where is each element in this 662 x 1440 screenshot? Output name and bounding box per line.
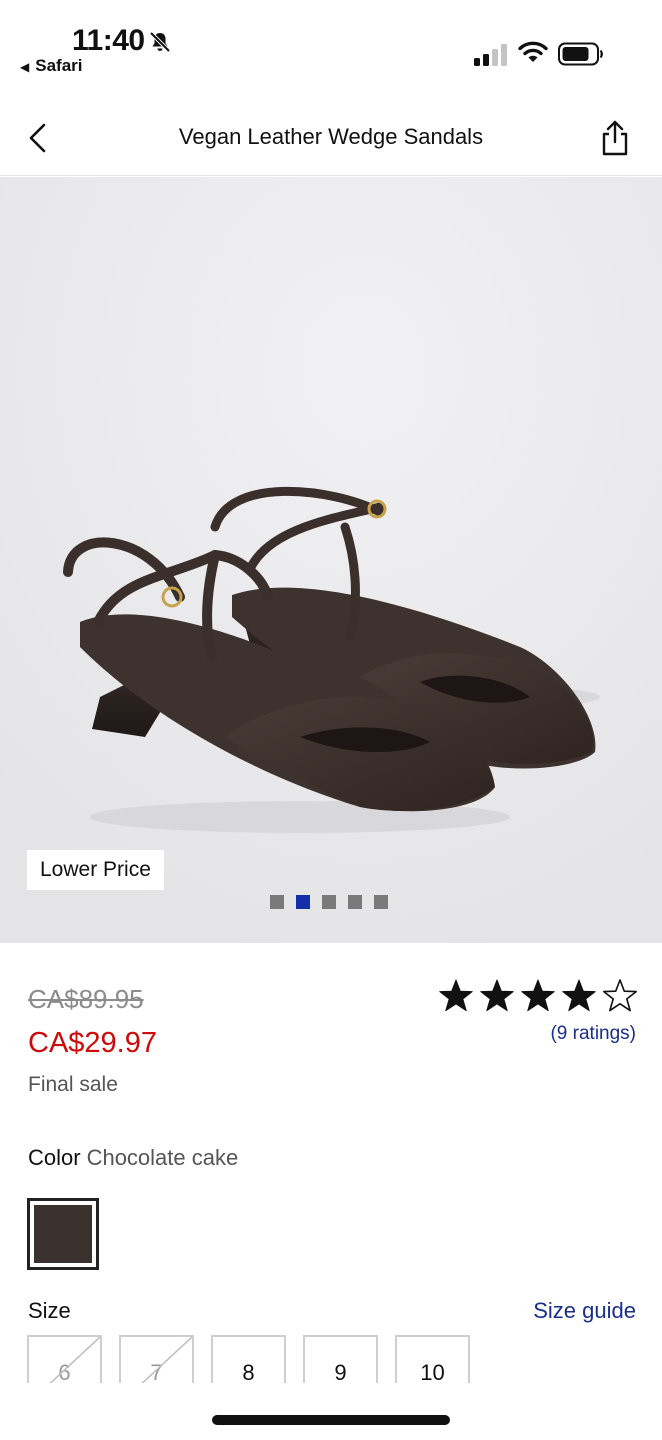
size-option-10[interactable]: 10 bbox=[395, 1335, 470, 1383]
product-image-sandals[interactable] bbox=[0, 177, 662, 943]
gallery-dot[interactable] bbox=[322, 895, 336, 909]
back-app-label: Safari bbox=[35, 56, 83, 75]
status-bar: 11:40 ◀ Safari bbox=[0, 0, 662, 100]
star-rating[interactable] bbox=[438, 978, 638, 1014]
chevron-left-icon[interactable] bbox=[22, 120, 54, 156]
cellular-signal-icon bbox=[474, 44, 508, 66]
size-option-label: 9 bbox=[334, 1360, 347, 1383]
size-label: Size bbox=[28, 1298, 71, 1323]
gallery-dot[interactable] bbox=[270, 895, 284, 909]
unavailable-slash-icon bbox=[141, 1337, 192, 1383]
gallery-dot[interactable] bbox=[348, 895, 362, 909]
color-row: Color Chocolate cake bbox=[28, 1145, 238, 1171]
size-option-label: 10 bbox=[420, 1360, 445, 1383]
star-filled-icon bbox=[439, 979, 473, 1012]
status-time: 11:40 bbox=[72, 24, 145, 57]
wifi-icon bbox=[518, 41, 548, 62]
product-page: 11:40 ◀ Safari Vegan Leather Wedge Sanda… bbox=[0, 0, 662, 1440]
color-swatch-selected[interactable] bbox=[27, 1198, 99, 1270]
size-option-6[interactable]: 6 bbox=[27, 1335, 102, 1383]
gallery-dot[interactable] bbox=[374, 895, 388, 909]
back-triangle-icon: ◀ bbox=[20, 60, 30, 74]
gallery-pagination[interactable] bbox=[270, 895, 388, 909]
original-price: CA$89.95 bbox=[28, 984, 144, 1014]
color-swatch-fill bbox=[34, 1205, 92, 1263]
gallery-dot[interactable] bbox=[296, 895, 310, 909]
size-option-8[interactable]: 8 bbox=[211, 1335, 286, 1383]
share-icon[interactable] bbox=[598, 118, 632, 158]
star-filled-icon bbox=[480, 979, 514, 1012]
color-label: Color bbox=[28, 1145, 81, 1170]
bell-slash-icon bbox=[149, 31, 171, 53]
home-indicator[interactable] bbox=[212, 1415, 450, 1425]
product-gallery[interactable]: Lower Price bbox=[0, 177, 662, 943]
unavailable-slash-icon bbox=[49, 1337, 100, 1383]
lower-price-badge: Lower Price bbox=[27, 850, 164, 890]
size-guide-link[interactable]: Size guide bbox=[533, 1298, 636, 1324]
final-sale-note: Final sale bbox=[28, 1073, 118, 1096]
size-options: 6 7 8 9 10 bbox=[27, 1335, 470, 1383]
size-option-9[interactable]: 9 bbox=[303, 1335, 378, 1383]
star-empty-icon bbox=[603, 979, 637, 1012]
size-option-7[interactable]: 7 bbox=[119, 1335, 194, 1383]
battery-icon bbox=[558, 42, 603, 66]
ratings-count-link[interactable]: (9 ratings) bbox=[550, 1023, 636, 1045]
color-value: Chocolate cake bbox=[86, 1145, 239, 1170]
sale-price: CA$29.97 bbox=[28, 1027, 157, 1059]
size-option-label: 8 bbox=[242, 1360, 255, 1383]
back-to-safari-link[interactable]: ◀ Safari bbox=[20, 56, 82, 76]
star-filled-icon bbox=[521, 979, 555, 1012]
star-filled-icon bbox=[562, 979, 596, 1012]
page-title: Vegan Leather Wedge Sandals bbox=[178, 124, 484, 149]
nav-bar: Vegan Leather Wedge Sandals bbox=[0, 100, 662, 176]
